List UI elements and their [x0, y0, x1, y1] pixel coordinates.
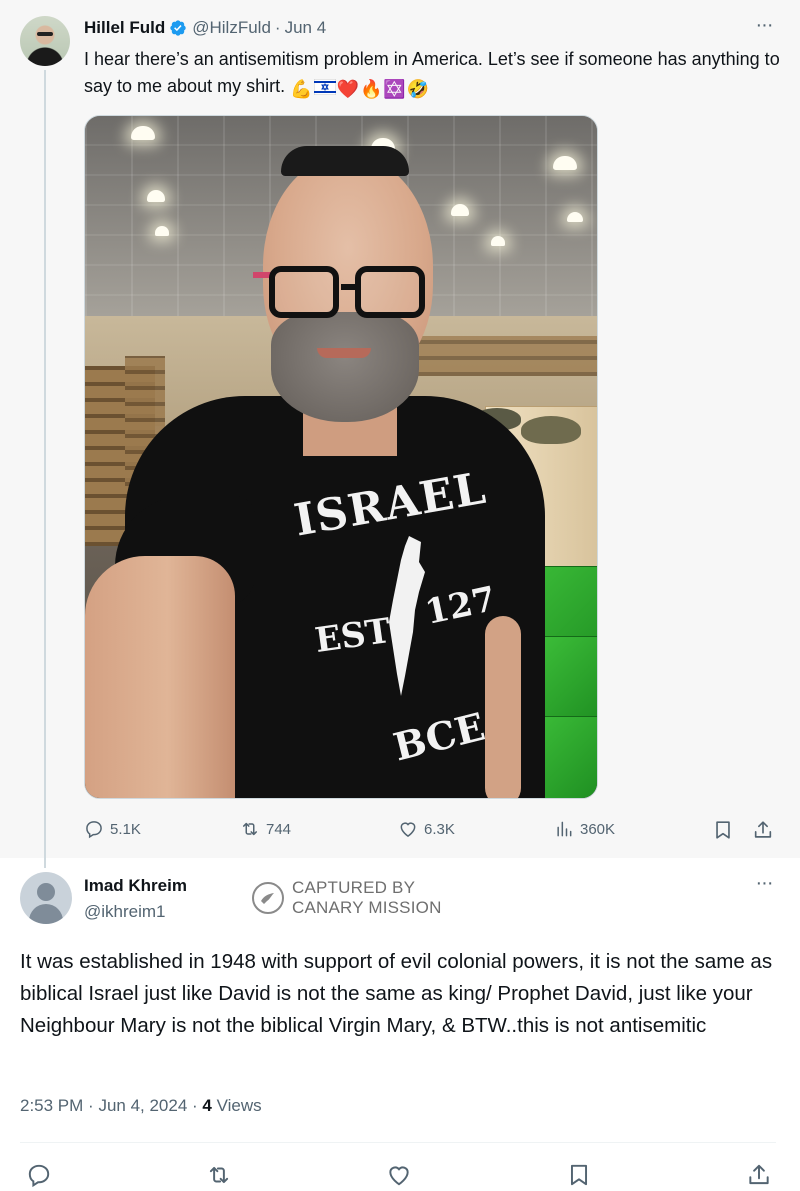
tweet-text: I hear there’s an antisemitism problem i… [84, 46, 784, 103]
reply-count: 5.1K [110, 820, 141, 838]
bookmark-icon[interactable] [566, 1162, 592, 1188]
photo-kippah [281, 146, 409, 176]
share-icon[interactable] [752, 819, 774, 841]
photo-lamp [491, 236, 505, 246]
tweet-actions: 5.1K 744 6.3K 360K [84, 814, 776, 844]
reply-author-name[interactable]: Imad Khreim [84, 876, 187, 896]
separator-dot: · [192, 1096, 203, 1115]
reply-views-count: 4 [202, 1096, 212, 1115]
default-avatar-body [29, 904, 63, 924]
canary-bird-icon [252, 882, 284, 914]
avatar-glasses [37, 32, 53, 36]
rolling-laughing-icon: 🤣 [406, 79, 430, 99]
photo-lamp [553, 156, 577, 170]
canary-mission-watermark: CAPTURED BY CANARY MISSION [252, 878, 442, 918]
retweet-icon [243, 822, 257, 836]
photo-shoe [521, 416, 581, 444]
israel-map-icon [389, 536, 425, 696]
tweet-photo[interactable]: ISRAEL EST 127 BCE [84, 115, 598, 799]
reply-icon [86, 821, 102, 839]
like-button[interactable]: 6.3K [398, 814, 455, 844]
views-button[interactable]: 360K [554, 814, 615, 844]
views-chart-icon [557, 821, 572, 837]
photo-beard [271, 312, 419, 422]
heart-icon[interactable] [386, 1162, 412, 1188]
photo-lamp [567, 212, 583, 222]
retweet-count: 744 [266, 820, 292, 838]
red-heart-icon: ❤️ [336, 79, 359, 99]
tweet-header: Hillel Fuld @HilzFuld · Jun 4 [84, 17, 326, 39]
reply-author-handle[interactable]: @ikhreim1 [84, 902, 166, 922]
photo-lamp [147, 190, 165, 202]
retweet-icon[interactable] [206, 1162, 232, 1188]
photo-glasses-lens [355, 266, 425, 318]
israel-flag-icon [313, 76, 337, 103]
watermark-line-2: CANARY MISSION [292, 898, 442, 917]
photo-mouth [317, 348, 371, 358]
reply-text: It was established in 1948 with support … [20, 950, 773, 1037]
reply-views-label: Views [216, 1096, 262, 1115]
divider [20, 1142, 776, 1143]
photo-lamp [155, 226, 169, 236]
photo-arm-right [485, 616, 521, 798]
fire-icon: 🔥 [359, 79, 383, 99]
tweet-date[interactable]: Jun 4 [285, 18, 327, 38]
views-count: 360K [580, 820, 616, 838]
bookmark-icon[interactable] [712, 819, 734, 841]
share-icon[interactable] [746, 1162, 772, 1188]
default-avatar-head [37, 883, 55, 901]
reply-avatar[interactable] [20, 872, 72, 924]
photo-shelf [415, 336, 597, 376]
retweet-button[interactable]: 744 [240, 814, 291, 844]
star-of-david-icon: ✡️ [383, 79, 406, 99]
photo-lamp [451, 204, 469, 216]
verified-badge-icon [170, 20, 186, 36]
thread-line [44, 70, 46, 868]
reply-meta: 2:53 PM · Jun 4, 2024 · 4 Views [20, 1096, 262, 1116]
watermark-line-1: CAPTURED BY [292, 878, 416, 897]
parent-tweet[interactable]: Hillel Fuld @HilzFuld · Jun 4 ··· I hear… [0, 0, 800, 868]
separator-dot: · [274, 18, 281, 37]
photo-glasses-bridge [341, 284, 355, 290]
reply-actions [0, 1158, 800, 1188]
photo-lamp [131, 126, 155, 140]
author-name[interactable]: Hillel Fuld [84, 18, 165, 38]
separator-dot: · [88, 1096, 99, 1115]
author-handle[interactable]: @HilzFuld [192, 18, 271, 38]
reply-icon[interactable] [26, 1162, 52, 1188]
photo-glasses-lens [269, 266, 339, 318]
watermark-text: CAPTURED BY CANARY MISSION [292, 878, 442, 918]
reply-date[interactable]: Jun 4, 2024 [98, 1096, 187, 1115]
photo-arm [85, 556, 235, 798]
heart-icon [400, 822, 416, 837]
reply-time[interactable]: 2:53 PM [20, 1096, 83, 1115]
more-options-icon[interactable]: ··· [752, 873, 776, 896]
more-options-icon[interactable]: ··· [752, 15, 776, 38]
author-avatar[interactable] [20, 16, 70, 66]
reply-button[interactable]: 5.1K [84, 814, 141, 844]
like-count: 6.3K [424, 820, 455, 838]
tweet-body: I hear there’s an antisemitism problem i… [84, 49, 780, 96]
flexed-biceps-icon: 💪 [290, 79, 313, 99]
